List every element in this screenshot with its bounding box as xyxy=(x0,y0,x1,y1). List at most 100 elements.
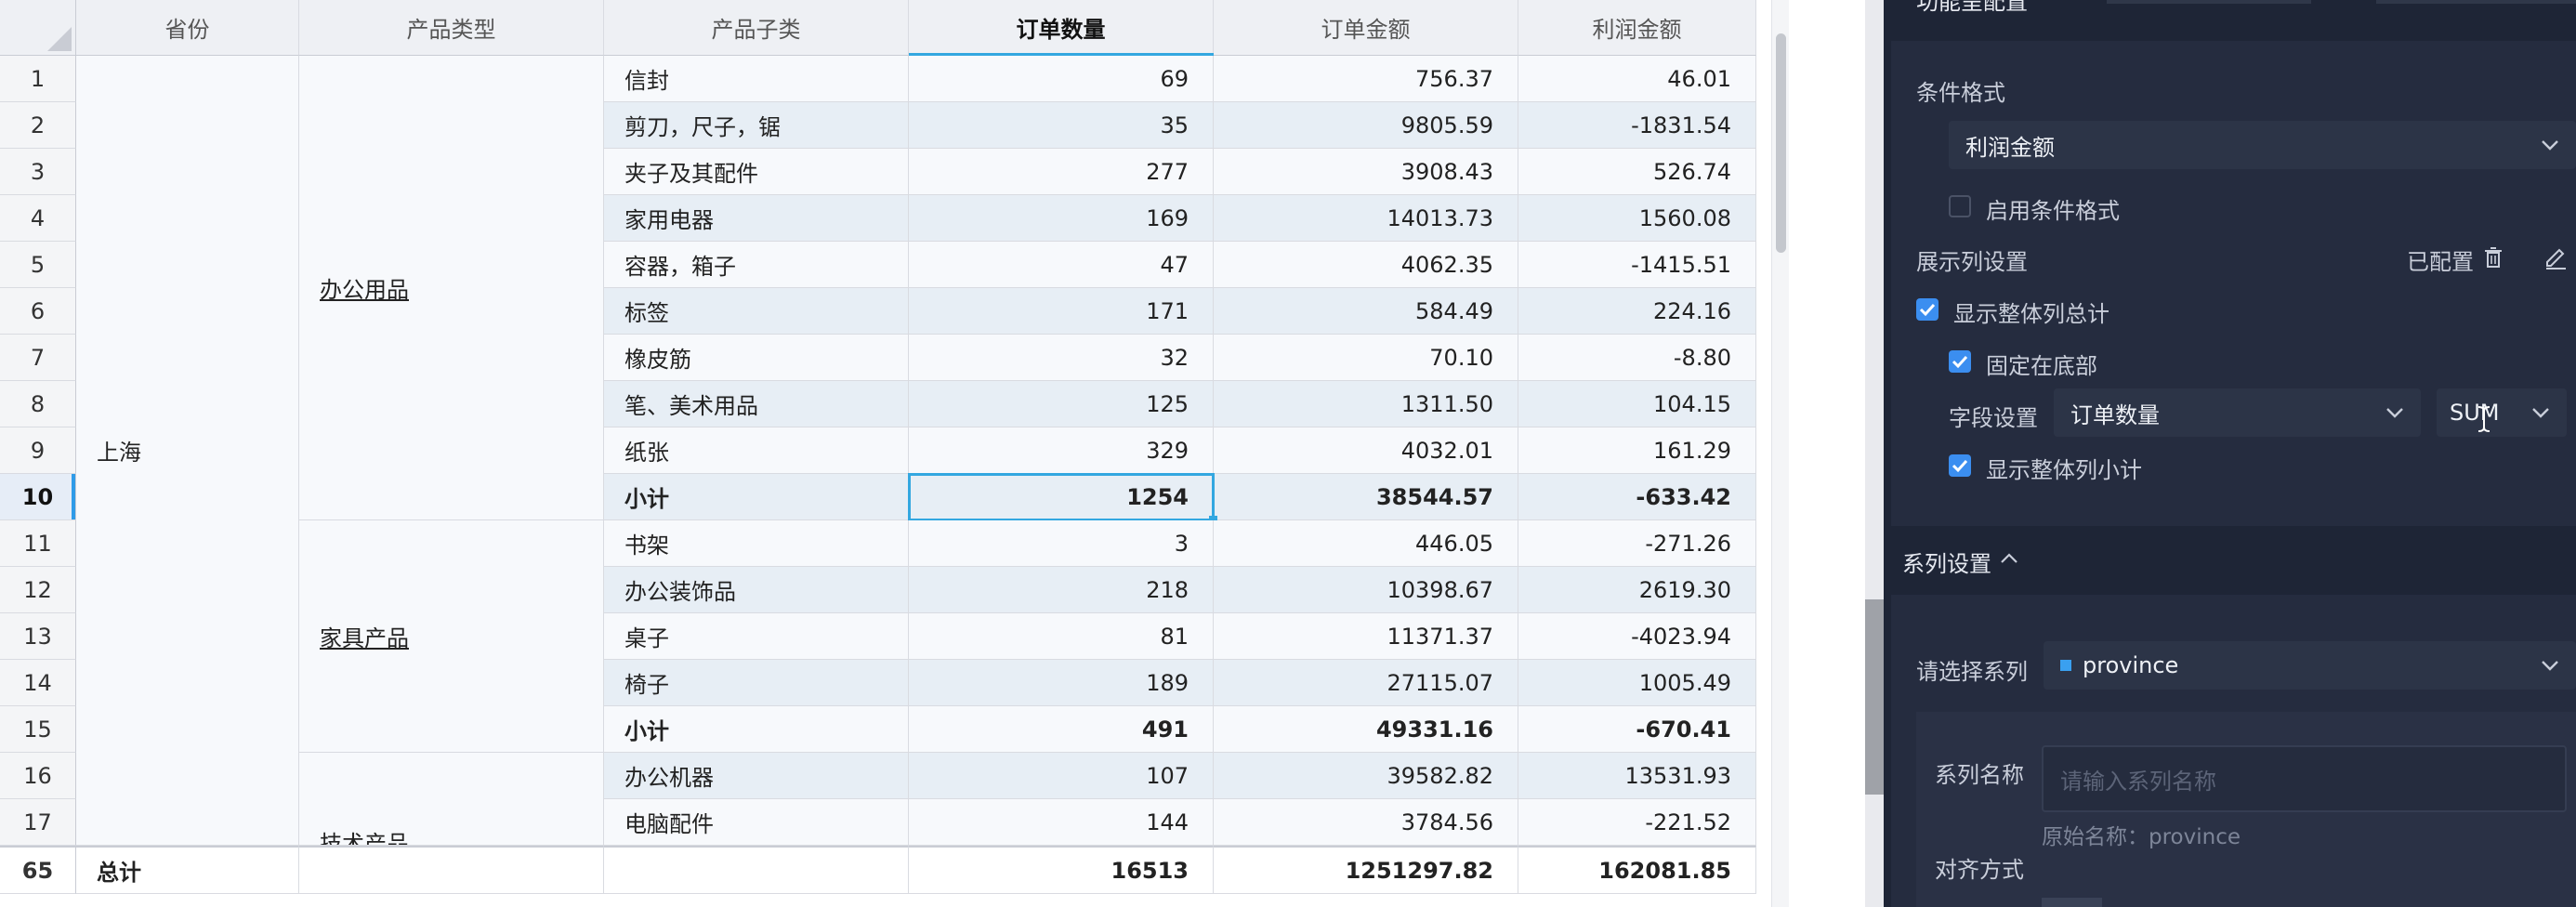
order-amount-cell[interactable]: 584.49 xyxy=(1214,288,1518,335)
order-amount-cell[interactable]: 39582.82 xyxy=(1214,753,1518,799)
category-cell[interactable]: 家具产品 xyxy=(299,520,604,753)
subcategory-cell[interactable]: 笔、美术用品 xyxy=(604,381,909,427)
category-cell[interactable]: 技术产品 xyxy=(299,753,604,846)
order-amount-cell[interactable]: 3908.43 xyxy=(1214,149,1518,195)
show-total-checkbox[interactable] xyxy=(1916,298,1939,321)
profit-cell[interactable]: 1560.08 xyxy=(1518,195,1756,242)
edit-pencil-icon[interactable] xyxy=(2543,245,2568,269)
order-qty-cell[interactable]: 32 xyxy=(909,335,1214,381)
data-table[interactable]: 省份 产品类型 产品子类 订单数量 订单金额 利润金额 1 信封 69 756.37 46.01 2 剪… xyxy=(0,0,1775,907)
order-qty-cell[interactable]: 125 xyxy=(909,381,1214,427)
order-qty-cell[interactable]: 189 xyxy=(909,660,1214,706)
row-number[interactable]: 9 xyxy=(0,427,76,474)
subcategory-cell[interactable]: 办公机器 xyxy=(604,753,909,799)
row-number[interactable]: 14 xyxy=(0,660,76,706)
order-qty-cell[interactable]: 329 xyxy=(909,427,1214,474)
order-qty-cell[interactable]: 171 xyxy=(909,288,1214,335)
subcategory-cell[interactable]: 办公装饰品 xyxy=(604,567,909,613)
profit-cell[interactable]: 2619.30 xyxy=(1518,567,1756,613)
table-vertical-scrollbar[interactable] xyxy=(1771,0,1789,907)
subcategory-cell[interactable]: 纸张 xyxy=(604,427,909,474)
profit-cell[interactable]: 1005.49 xyxy=(1518,660,1756,706)
column-header[interactable]: 产品类型 xyxy=(299,0,604,56)
order-qty-cell[interactable]: 277 xyxy=(909,149,1214,195)
row-number[interactable]: 11 xyxy=(0,520,76,567)
series-name-input[interactable]: 请输入系列名称 xyxy=(2042,745,2567,812)
profit-cell[interactable]: -670.41 xyxy=(1518,706,1756,753)
row-number[interactable]: 8 xyxy=(0,381,76,427)
order-qty-cell[interactable]: 491 xyxy=(909,706,1214,753)
order-amount-cell[interactable]: 4062.35 xyxy=(1214,242,1518,288)
series-settings-header[interactable]: 系列设置 xyxy=(1902,546,1991,578)
column-header[interactable]: 省份 xyxy=(76,0,299,56)
row-number[interactable]: 13 xyxy=(0,613,76,660)
subcategory-cell[interactable]: 剪刀，尺子，锯 xyxy=(604,102,909,149)
order-amount-cell[interactable]: 4032.01 xyxy=(1214,427,1518,474)
order-amount-cell[interactable]: 14013.73 xyxy=(1214,195,1518,242)
row-number[interactable]: 10 xyxy=(0,474,76,520)
order-amount-cell[interactable]: 446.05 xyxy=(1214,520,1518,567)
order-amount-cell[interactable]: 9805.59 xyxy=(1214,102,1518,149)
order-amount-cell[interactable]: 1311.50 xyxy=(1214,381,1518,427)
subcategory-cell[interactable]: 夹子及其配件 xyxy=(604,149,909,195)
profit-cell[interactable]: -271.26 xyxy=(1518,520,1756,567)
row-number[interactable]: 15 xyxy=(0,706,76,753)
profit-cell[interactable]: -8.80 xyxy=(1518,335,1756,381)
order-amount-cell[interactable]: 10398.67 xyxy=(1214,567,1518,613)
select-all-corner[interactable] xyxy=(0,0,76,56)
order-amount-cell[interactable]: 756.37 xyxy=(1214,56,1518,102)
subcategory-cell[interactable]: 桌子 xyxy=(604,613,909,660)
order-qty-cell[interactable]: 218 xyxy=(909,567,1214,613)
subcategory-cell[interactable]: 书架 xyxy=(604,520,909,567)
order-qty-cell[interactable]: 169 xyxy=(909,195,1214,242)
category-link[interactable]: 家具产品 xyxy=(320,620,409,652)
order-amount-cell[interactable]: 70.10 xyxy=(1214,335,1518,381)
subtotal-label[interactable]: 小计 xyxy=(604,474,909,520)
order-amount-cell[interactable]: 27115.07 xyxy=(1214,660,1518,706)
subcategory-cell[interactable]: 橡皮筋 xyxy=(604,335,909,381)
column-header[interactable]: 产品子类 xyxy=(604,0,909,56)
profit-cell[interactable]: 104.15 xyxy=(1518,381,1756,427)
order-qty-cell[interactable]: 144 xyxy=(909,799,1214,846)
subcategory-cell[interactable]: 电脑配件 xyxy=(604,799,909,846)
align-option-partial[interactable] xyxy=(2042,898,2102,907)
category-cell[interactable]: 办公用品 xyxy=(299,56,604,520)
trash-icon[interactable] xyxy=(2483,246,2504,269)
profit-cell[interactable]: -1415.51 xyxy=(1518,242,1756,288)
order-amount-cell[interactable]: 3784.56 xyxy=(1214,799,1518,846)
order-qty-cell[interactable]: 69 xyxy=(909,56,1214,102)
row-number[interactable]: 16 xyxy=(0,753,76,799)
subcategory-cell[interactable]: 标签 xyxy=(604,288,909,335)
profit-cell[interactable]: -4023.94 xyxy=(1518,613,1756,660)
category-link[interactable]: 办公用品 xyxy=(320,271,409,304)
province-cell[interactable]: 上海 xyxy=(76,56,299,846)
subtotal-label[interactable]: 小计 xyxy=(604,706,909,753)
column-header[interactable]: 订单金额 xyxy=(1214,0,1518,56)
column-header[interactable]: 订单数量 xyxy=(909,0,1214,56)
order-amount-cell[interactable]: 11371.37 xyxy=(1214,613,1518,660)
order-qty-cell[interactable]: 107 xyxy=(909,753,1214,799)
order-qty-cell[interactable]: 81 xyxy=(909,613,1214,660)
column-header[interactable]: 利润金额 xyxy=(1518,0,1756,56)
row-number[interactable]: 6 xyxy=(0,288,76,335)
order-qty-cell[interactable]: 35 xyxy=(909,102,1214,149)
row-number[interactable]: 65 xyxy=(0,846,76,894)
order-qty-cell[interactable]: 47 xyxy=(909,242,1214,288)
row-number[interactable]: 7 xyxy=(0,335,76,381)
row-number[interactable]: 2 xyxy=(0,102,76,149)
category-link[interactable]: 技术产品 xyxy=(320,825,409,845)
order-amount-cell[interactable]: 49331.16 xyxy=(1214,706,1518,753)
order-qty-cell[interactable]: 1254 xyxy=(909,474,1214,520)
series-select[interactable]: province xyxy=(2044,641,2576,690)
fix-bottom-checkbox[interactable] xyxy=(1949,350,1971,373)
row-number[interactable]: 5 xyxy=(0,242,76,288)
row-number[interactable]: 1 xyxy=(0,56,76,102)
profit-cell[interactable]: 161.29 xyxy=(1518,427,1756,474)
editor-scroll-thumb[interactable] xyxy=(1865,599,1884,795)
profit-cell[interactable]: -1831.54 xyxy=(1518,102,1756,149)
cond-format-field-select[interactable]: 利润金额 xyxy=(1949,121,2576,169)
show-subtotal-checkbox[interactable] xyxy=(1949,454,1971,477)
spreadsheet[interactable]: 省份 产品类型 产品子类 订单数量 订单金额 利润金额 1 信封 69 756.37 46.01 2 剪… xyxy=(0,0,1789,907)
row-number[interactable]: 17 xyxy=(0,799,76,846)
field-select[interactable]: 订单数量 xyxy=(2054,388,2421,437)
